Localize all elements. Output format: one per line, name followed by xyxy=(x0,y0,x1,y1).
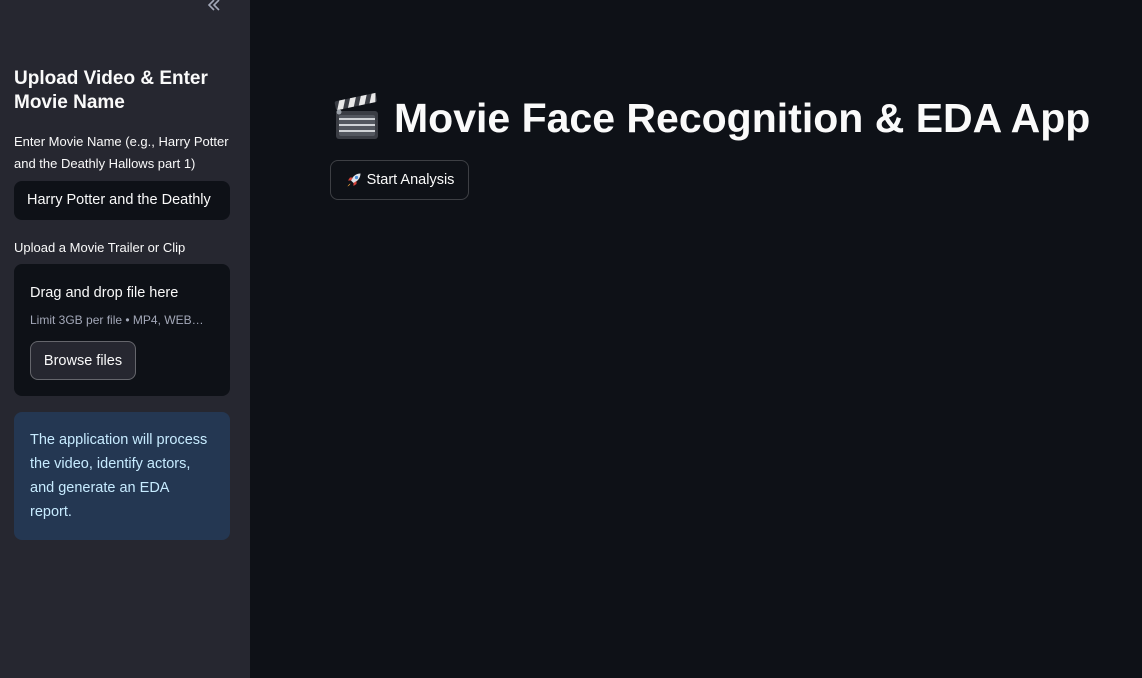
double-chevron-left-icon xyxy=(207,0,220,11)
browse-files-button[interactable]: Browse files xyxy=(30,341,136,380)
main-content: Movie Face Recognition & EDA App Start A… xyxy=(250,0,1142,678)
info-alert: The application will process the video, … xyxy=(14,412,230,540)
rocket-icon xyxy=(347,173,361,187)
movie-name-input[interactable] xyxy=(14,181,230,220)
start-analysis-label: Start Analysis xyxy=(366,172,455,188)
clapperboard-icon xyxy=(334,92,378,139)
info-alert-text: The application will process the video, … xyxy=(30,432,208,520)
page-title: Movie Face Recognition & EDA App xyxy=(394,95,1091,141)
file-dropzone[interactable]: Drag and drop file here Limit 3GB per fi… xyxy=(14,264,230,396)
sidebar: Upload Video & Enter Movie Name Enter Mo… xyxy=(0,0,250,678)
start-analysis-button[interactable]: Start Analysis xyxy=(330,160,469,200)
collapse-sidebar-button[interactable] xyxy=(202,0,226,16)
page-title-row: Movie Face Recognition & EDA App xyxy=(330,88,1090,148)
app-root: Upload Video & Enter Movie Name Enter Mo… xyxy=(0,0,1142,678)
dropzone-instructions: Drag and drop file here xyxy=(30,285,179,301)
dropzone-limit-text: Limit 3GB per file • MP4, WEB… xyxy=(30,313,204,327)
movie-name-label: Enter Movie Name (e.g., Harry Potter and… xyxy=(14,134,229,171)
upload-label: Upload a Movie Trailer or Clip xyxy=(14,240,186,255)
sidebar-header: Upload Video & Enter Movie Name xyxy=(14,68,208,113)
